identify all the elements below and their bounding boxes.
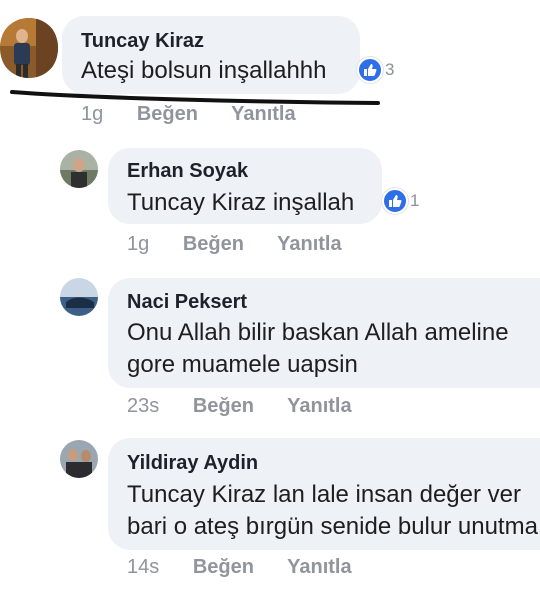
comment-time[interactable]: 1g (81, 103, 103, 125)
comment-actions: 14s Beğen Yanıtla (127, 556, 380, 579)
reply-link[interactable]: Yanıtla (287, 556, 351, 578)
reply-link[interactable]: Yanıtla (287, 395, 351, 417)
reply-link[interactable]: Yanıtla (231, 103, 295, 125)
avatar-photo (60, 278, 98, 316)
comment-text-line-2: gore muamele uapsin (127, 351, 358, 378)
comment-author[interactable]: Yildiray Aydin (127, 452, 258, 475)
comment-text: Ateşi bolsun inşallahhh (81, 57, 327, 84)
avatar-photo (0, 18, 58, 78)
thumbs-up-icon (357, 57, 383, 83)
comment-author[interactable]: Tuncay Kiraz (81, 30, 204, 53)
comment-actions: 1g Beğen Yanıtla (127, 233, 370, 256)
comment-author[interactable]: Erhan Soyak (127, 160, 248, 183)
reply-link[interactable]: Yanıtla (277, 233, 341, 255)
like-link[interactable]: Beğen (183, 233, 244, 255)
avatar-photo (60, 150, 98, 188)
comment-text: Tuncay Kiraz inşallah (127, 189, 355, 216)
comment-text-line-1: Tuncay Kiraz lan lale insan değer ver (127, 481, 521, 508)
reaction-count: 1 (410, 191, 420, 210)
avatar-tuncay-kiraz[interactable] (0, 16, 58, 80)
avatar-yildiray-aydin[interactable] (60, 440, 98, 478)
avatar-photo (60, 440, 98, 478)
avatar-erhan-soyak[interactable] (60, 150, 98, 188)
comment-actions: 23s Beğen Yanıtla (127, 395, 380, 418)
comment-time[interactable]: 1g (127, 233, 149, 255)
thumbs-up-icon (382, 188, 408, 214)
comment-time[interactable]: 23s (127, 395, 159, 417)
avatar-naci-peksert[interactable] (60, 278, 98, 316)
comment-text-line-2: bari o ateş bırgün senide bulur unutma (127, 513, 538, 540)
comment-text-line-1: Onu Allah bilir baskan Allah ameline (127, 319, 509, 346)
like-link[interactable]: Beğen (137, 103, 198, 125)
comment-actions: 1g Beğen Yanıtla (81, 103, 324, 126)
reaction-summary[interactable]: 3 (357, 57, 394, 83)
like-link[interactable]: Beğen (193, 556, 254, 578)
comment-author[interactable]: Naci Peksert (127, 291, 247, 314)
like-link[interactable]: Beğen (193, 395, 254, 417)
reaction-summary[interactable]: 1 (382, 188, 419, 214)
comment-time[interactable]: 14s (127, 556, 159, 578)
reaction-count: 3 (385, 60, 395, 79)
